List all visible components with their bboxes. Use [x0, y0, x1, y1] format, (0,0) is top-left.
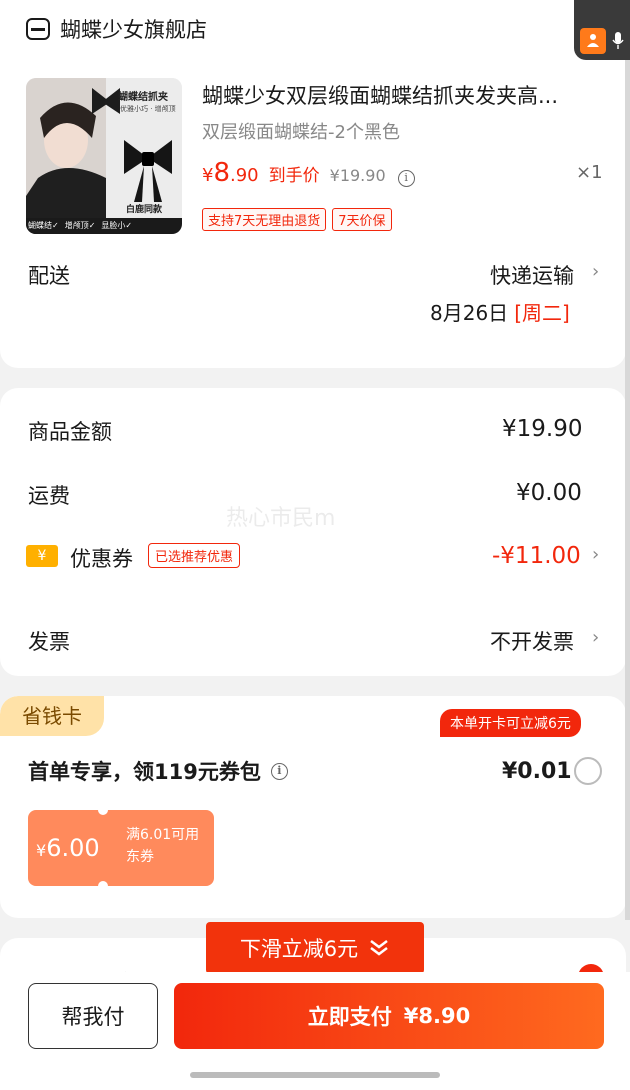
help-me-pay-button[interactable]: 帮我付 [28, 983, 158, 1049]
store-header[interactable]: 蝴蝶少女旗舰店 [26, 14, 207, 44]
coupon-ticket-condition: 满6.01可用东券 [126, 827, 200, 865]
scrollbar[interactable] [625, 60, 630, 920]
shipping-weekday: [周二] [514, 301, 570, 325]
service-tag: 7天价保 [332, 208, 392, 231]
price-summary-card: 商品金额 ¥19.90 运费 ¥0.00 热心市民m ¥ 优惠券 已选推荐优惠 … [0, 388, 626, 676]
savings-card-radio[interactable] [574, 757, 602, 785]
product-image-tag: 蝴蝶结✓ [28, 221, 59, 230]
floating-assistant-widget[interactable] [574, 0, 630, 60]
savings-card: 省钱卡 本单开卡可立减6元 首单专享，领119元券包 i ¥0.01 ¥6.00… [0, 696, 626, 918]
price-integer: 8 [213, 158, 230, 188]
price-symbol: ¥ [202, 165, 214, 186]
watermark: 热心市民m [226, 506, 336, 531]
invoice-label: 发票 [28, 630, 70, 654]
price-decimal: .90 [230, 165, 259, 186]
pay-now-amount: ¥8.90 [403, 1004, 471, 1028]
coupon-badge: 已选推荐优惠 [148, 543, 241, 568]
product-image-tag: 显脸小✓ [101, 221, 133, 230]
microphone-icon[interactable] [612, 32, 624, 50]
product-image-tag: 增颅顶✓ [64, 221, 96, 230]
promo-price: ¥0.01 [502, 759, 572, 784]
shipping-date: 8月26日 [430, 301, 509, 325]
freight-value: ¥0.00 [516, 480, 582, 506]
chevron-right-icon[interactable]: › [592, 627, 599, 648]
coupon-value[interactable]: -¥11.00 [492, 543, 581, 569]
promo-title-row[interactable]: 首单专享，领119元券包 i [28, 756, 288, 786]
slide-banner-text: 下滑立减6元 [239, 937, 359, 961]
original-price: ¥19.90 [329, 166, 386, 185]
chevron-right-icon[interactable]: › [592, 261, 599, 282]
coupon-ticket-value-row: ¥6.00 [36, 834, 100, 862]
product-title[interactable]: 蝴蝶少女双层缎面蝴蝶结抓夹发夹高... [202, 80, 602, 110]
shipping-date-row: 8月26日 [周二] [430, 297, 570, 326]
product-image-caption: 白鹿同款 [126, 205, 163, 215]
promo-title: 首单专享，领119元券包 [28, 760, 261, 784]
final-price-label: 到手价 [268, 166, 320, 186]
coupon-ticket: ¥6.00 满6.01可用东券 [28, 805, 214, 891]
chevron-right-icon[interactable]: › [592, 544, 599, 565]
store-name[interactable]: 蝴蝶少女旗舰店 [60, 14, 207, 44]
info-icon[interactable]: i [397, 170, 415, 187]
service-tags: 支持7天无理由退货 7天价保 [202, 208, 392, 231]
order-card: 蝴蝶少女旗舰店 蝴蝶结抓夹 优雅小巧 · 增颅顶 白鹿同款 蝴蝶结✓ 增颅顶✓ … [0, 0, 626, 368]
freight-label: 运费 [28, 484, 70, 508]
product-image-tags: 蝴蝶结✓ 增颅顶✓ 显脸小✓ [28, 220, 132, 231]
pay-now-label: 立即支付 [307, 1005, 392, 1029]
coupon-ticket-symbol: ¥ [36, 841, 47, 860]
product-spec[interactable]: 双层缎面蝴蝶结-2个黑色 [202, 118, 400, 144]
person-icon [587, 34, 599, 47]
invoice-value[interactable]: 不开发票 [490, 626, 574, 656]
goods-amount-value: ¥19.90 [502, 416, 583, 442]
product-image-subtitle: 优雅小巧 · 增颅顶 [120, 105, 176, 113]
chevron-double-down-icon [370, 940, 388, 956]
coupon-label[interactable]: 优惠券 [70, 543, 133, 573]
quantity: ×1 [576, 162, 603, 183]
product-image[interactable]: 蝴蝶结抓夹 优雅小巧 · 增颅顶 白鹿同款 蝴蝶结✓ 增颅顶✓ 显脸小✓ [26, 78, 182, 234]
shipping-method[interactable]: 快递运输 [490, 260, 574, 290]
savings-tag: 省钱卡 [0, 696, 104, 736]
coupon-icon: ¥ [26, 545, 58, 567]
pay-now-button[interactable]: 立即支付 ¥8.90 [174, 983, 604, 1049]
store-icon [26, 18, 50, 40]
home-indicator [190, 1072, 440, 1078]
price-row: ¥ 8 .90 到手价 ¥19.90 i [202, 158, 415, 188]
product-image-title: 蝴蝶结抓夹 [118, 92, 168, 103]
goods-amount-label: 商品金额 [28, 420, 112, 444]
slide-discount-banner[interactable]: 下滑立减6元 [206, 922, 424, 974]
coupon-ticket-value: 6.00 [46, 834, 100, 862]
service-tag: 支持7天无理由退货 [202, 208, 327, 231]
promo-bubble: 本单开卡可立减6元 [440, 709, 581, 737]
info-icon[interactable]: i [270, 762, 288, 780]
shipping-label: 配送 [28, 264, 70, 288]
